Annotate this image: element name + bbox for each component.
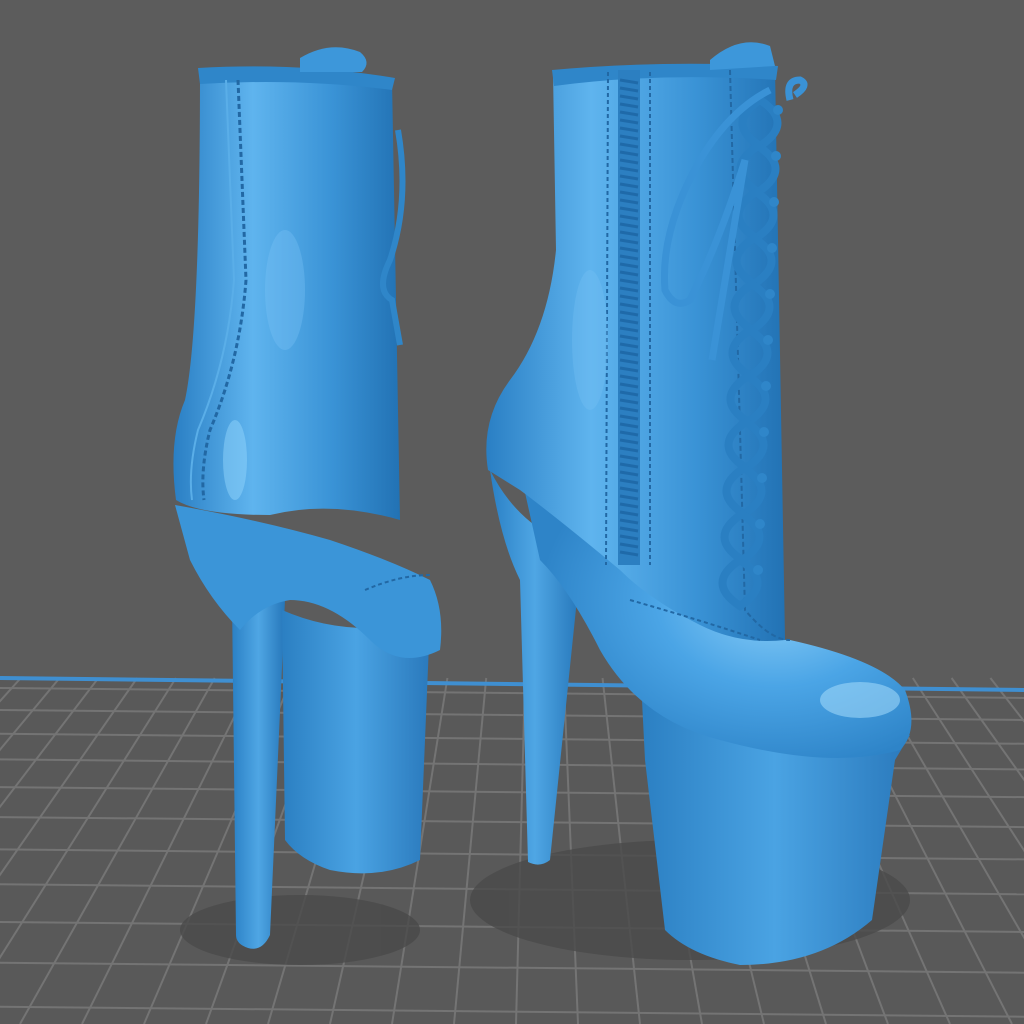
- viewport-scene[interactable]: [0, 0, 1024, 1024]
- boot-rear-tongue: [300, 47, 367, 72]
- 3d-viewport[interactable]: [0, 0, 1024, 1024]
- boot-side-view[interactable]: [486, 42, 912, 965]
- boot-side-tongue: [710, 42, 775, 70]
